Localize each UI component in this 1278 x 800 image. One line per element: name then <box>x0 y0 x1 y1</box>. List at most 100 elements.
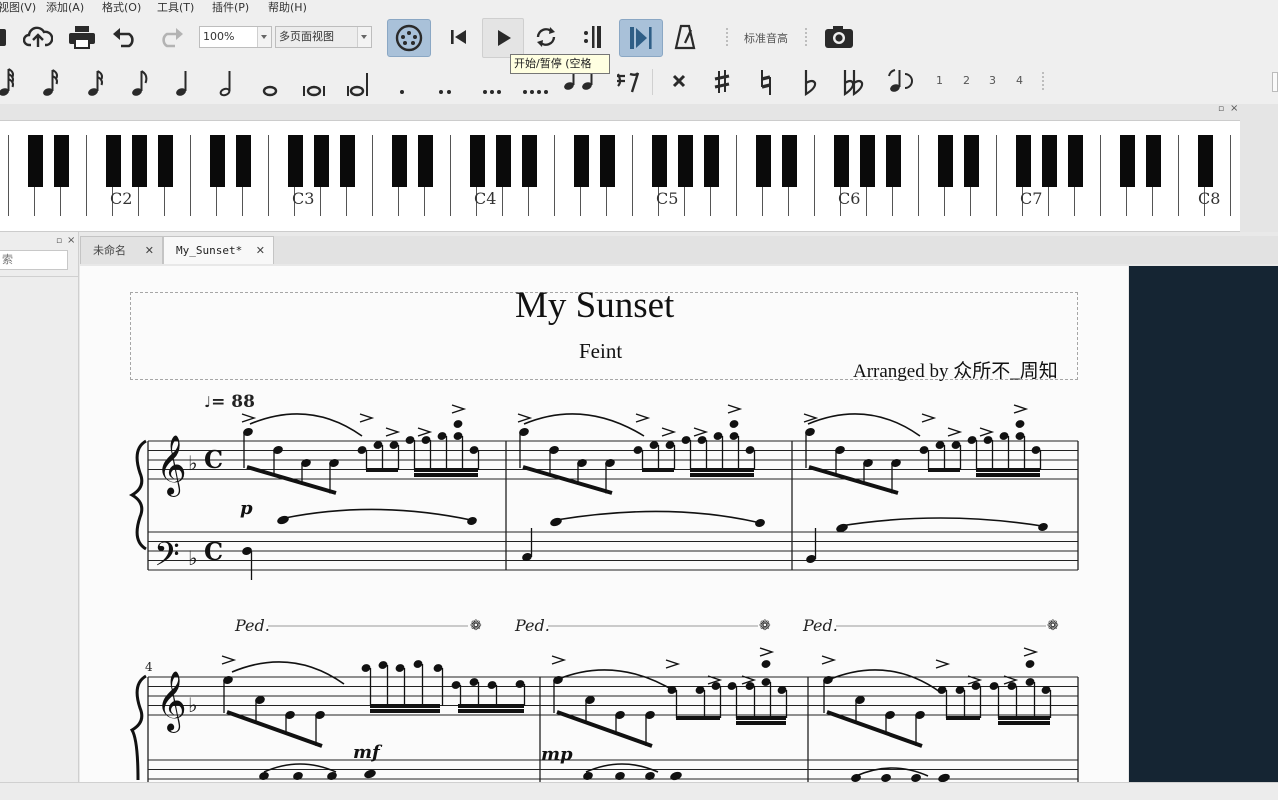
palette-search-input[interactable] <box>0 250 68 270</box>
64th-note-icon[interactable] <box>0 66 18 98</box>
voice-3-button[interactable]: 3 <box>989 74 996 87</box>
camera-icon[interactable] <box>822 23 856 51</box>
note-head <box>467 517 477 525</box>
piano-black-key[interactable] <box>860 135 875 187</box>
voice-2-button[interactable]: 2 <box>963 74 970 87</box>
toolbar-overflow[interactable] <box>1272 72 1278 92</box>
piano-black-key[interactable] <box>54 135 69 187</box>
flat-icon[interactable] <box>798 66 822 98</box>
piano-black-key[interactable] <box>782 135 797 187</box>
tab-untitled[interactable]: 未命名 ✕ <box>80 236 163 264</box>
32nd-note-icon[interactable] <box>40 66 62 98</box>
breve-note-icon[interactable] <box>300 66 328 98</box>
close-panel-icon[interactable]: × <box>67 235 75 246</box>
voice-4-button[interactable]: 4 <box>1016 74 1023 87</box>
eighth-note-icon[interactable] <box>129 66 151 98</box>
piano-black-key[interactable] <box>470 135 485 187</box>
piano-white-key[interactable] <box>0 135 9 216</box>
piano-black-key[interactable] <box>28 135 43 187</box>
piano-black-key[interactable] <box>1042 135 1057 187</box>
double-dot-icon[interactable] <box>434 66 456 98</box>
flip-direction-icon[interactable] <box>884 64 916 98</box>
whole-note-icon[interactable] <box>258 66 282 98</box>
menu-help[interactable]: 帮助(H) <box>268 0 307 15</box>
sharp-icon[interactable] <box>710 66 734 98</box>
cloud-upload-icon[interactable] <box>22 23 54 51</box>
menu-tools[interactable]: 工具(T) <box>157 0 194 15</box>
piano-black-key[interactable] <box>106 135 121 187</box>
double-flat-icon[interactable] <box>840 66 868 98</box>
rewind-icon[interactable] <box>443 23 475 51</box>
metronome-icon[interactable] <box>670 23 700 51</box>
print-icon[interactable] <box>66 23 98 51</box>
piano-black-key[interactable] <box>964 135 979 187</box>
float-panel-icon[interactable]: ▫ <box>56 236 62 246</box>
piano-black-key[interactable] <box>1198 135 1213 187</box>
bass-clef-icon: 𝄢 <box>154 536 180 582</box>
piano-black-key[interactable] <box>756 135 771 187</box>
piano-black-key[interactable] <box>704 135 719 187</box>
piano-black-key[interactable] <box>496 135 511 187</box>
chevron-down-icon <box>357 27 371 47</box>
redo-icon[interactable] <box>154 23 186 51</box>
piano-black-key[interactable] <box>1016 135 1031 187</box>
close-tab-icon[interactable]: ✕ <box>256 237 265 265</box>
double-sharp-icon[interactable] <box>667 66 691 98</box>
close-panel-icon[interactable]: × <box>1230 103 1238 114</box>
piano-black-key[interactable] <box>210 135 225 187</box>
rest-icon[interactable] <box>612 66 642 98</box>
natural-icon[interactable] <box>754 66 778 98</box>
piano-black-key[interactable] <box>158 135 173 187</box>
piano-black-key[interactable] <box>522 135 537 187</box>
piano-black-key[interactable] <box>132 135 147 187</box>
piano-black-key[interactable] <box>834 135 849 187</box>
triple-dot-icon[interactable] <box>479 66 505 98</box>
piano-black-key[interactable] <box>236 135 251 187</box>
piano-black-key[interactable] <box>938 135 953 187</box>
quarter-note-icon[interactable] <box>172 66 194 98</box>
piano-black-key[interactable] <box>1120 135 1135 187</box>
midi-input-button[interactable] <box>387 19 431 57</box>
close-tab-icon[interactable]: ✕ <box>145 237 154 265</box>
piano-black-key[interactable] <box>678 135 693 187</box>
undo-icon[interactable] <box>110 23 142 51</box>
accent-mark <box>385 427 401 437</box>
note-head <box>1038 523 1048 531</box>
save-icon[interactable] <box>0 24 8 50</box>
piano-black-key[interactable] <box>340 135 355 187</box>
menu-plugins[interactable]: 插件(P) <box>212 0 249 15</box>
play-button[interactable] <box>482 18 524 58</box>
piano-keyboard[interactable]: C2 C3 C4 C5 C6 C7 C8 <box>0 120 1240 232</box>
piano-black-key[interactable] <box>652 135 667 187</box>
piano-black-key[interactable] <box>886 135 901 187</box>
piano-black-key[interactable] <box>574 135 589 187</box>
accent-mark <box>727 404 743 414</box>
piano-black-key[interactable] <box>1068 135 1083 187</box>
menu-view[interactable]: 视图(V) <box>0 0 36 15</box>
half-note-icon[interactable] <box>216 66 238 98</box>
tab-my-sunset[interactable]: My_Sunset* ✕ <box>163 236 274 264</box>
voice-1-button[interactable]: 1 <box>936 74 943 87</box>
piano-black-key[interactable] <box>288 135 303 187</box>
loop-icon[interactable] <box>530 23 562 51</box>
note-head <box>364 769 376 779</box>
piano-black-key[interactable] <box>1146 135 1161 187</box>
view-mode-select[interactable]: 多页面视图 <box>275 26 372 48</box>
augmentation-dot-icon[interactable] <box>391 66 413 98</box>
longa-note-icon[interactable] <box>344 66 372 98</box>
zoom-select[interactable]: 100% <box>199 26 272 48</box>
repeat-icon[interactable] <box>577 23 607 51</box>
float-panel-icon[interactable]: ▫ <box>1218 104 1224 114</box>
piano-black-key[interactable] <box>600 135 615 187</box>
menu-add[interactable]: 添加(A) <box>46 0 84 15</box>
piano-black-key[interactable] <box>392 135 407 187</box>
accent-mark <box>417 427 433 437</box>
play-repeats-button[interactable] <box>619 19 663 57</box>
menu-format[interactable]: 格式(O) <box>102 0 141 15</box>
piano-black-key[interactable] <box>418 135 433 187</box>
piano-black-key[interactable] <box>314 135 329 187</box>
accent-mark <box>241 413 257 423</box>
accent-mark <box>821 655 837 665</box>
16th-note-icon[interactable] <box>85 66 107 98</box>
concert-pitch-toggle[interactable]: 标准音高 <box>744 30 788 46</box>
